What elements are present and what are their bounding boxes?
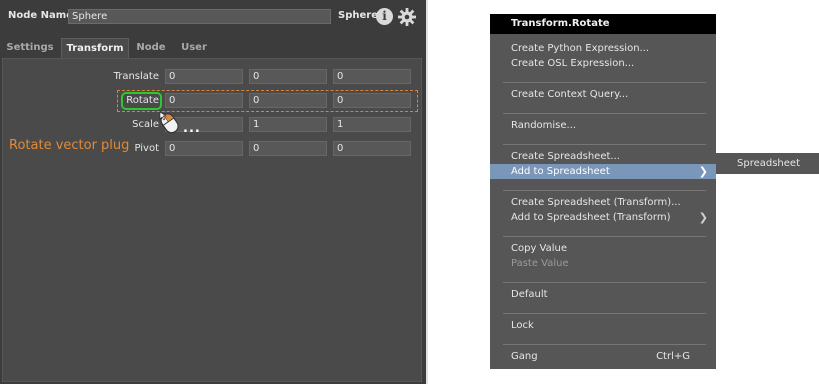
menu-item-label: Gang xyxy=(511,351,538,362)
menu-separator xyxy=(503,313,706,314)
menu-item-create-context-query[interactable]: Create Context Query... xyxy=(490,87,716,102)
menu-separator xyxy=(503,344,706,345)
menu-item-create-osl-expression[interactable]: Create OSL Expression... xyxy=(490,56,716,71)
menu-item-gang[interactable]: Gang Ctrl+G xyxy=(490,349,716,364)
rotate-label-highlight xyxy=(121,92,162,110)
menu-item-label: Add to Spreadsheet xyxy=(511,166,610,177)
shortcut-label: Ctrl+G xyxy=(656,351,690,362)
node-type-label: Sphere xyxy=(338,10,378,21)
translate-z-field[interactable]: 0 xyxy=(333,69,411,84)
chevron-right-icon: ❯ xyxy=(698,211,708,224)
node-name-label: Node Name xyxy=(8,10,73,21)
tab-node[interactable]: Node xyxy=(132,38,170,58)
menu-separator xyxy=(503,190,706,191)
tab-user[interactable]: User xyxy=(176,38,212,58)
menu-item-create-spreadsheet[interactable]: Create Spreadsheet... xyxy=(490,149,716,164)
menu-item-randomise[interactable]: Randomise... xyxy=(490,118,716,133)
menu-item-default[interactable]: Default xyxy=(490,287,716,302)
tab-transform[interactable]: Transform xyxy=(61,38,129,58)
pivot-y-field[interactable]: 0 xyxy=(249,141,327,156)
menu-separator xyxy=(503,144,706,145)
menu-item-create-spreadsheet-transform[interactable]: Create Spreadsheet (Transform)... xyxy=(490,195,716,210)
menu-separator xyxy=(503,113,706,114)
pivot-z-field[interactable]: 0 xyxy=(333,141,411,156)
menu-item-paste-value: Paste Value xyxy=(511,258,569,269)
menu-item-lock[interactable]: Lock xyxy=(490,318,716,333)
node-name-field[interactable]: Sphere xyxy=(68,9,331,24)
info-icon[interactable]: i xyxy=(376,8,393,25)
menu-item-create-python-expression[interactable]: Create Python Expression... xyxy=(490,41,716,56)
context-menu-title: Transform.Rotate xyxy=(490,14,716,34)
translate-y-field[interactable]: 0 xyxy=(249,69,327,84)
mouse-icon xyxy=(159,111,179,134)
menu-item-add-to-spreadsheet[interactable]: Add to Spreadsheet ❯ xyxy=(490,164,716,179)
pivot-x-field[interactable]: 0 xyxy=(165,141,243,156)
menu-separator xyxy=(503,282,706,283)
scale-z-field[interactable]: 1 xyxy=(333,117,411,132)
menu-separator xyxy=(503,82,706,83)
tab-settings[interactable]: Settings xyxy=(4,38,56,58)
ellipsis-indicator: ... xyxy=(183,121,201,136)
menu-item-add-to-spreadsheet-transform[interactable]: Add to Spreadsheet (Transform) ❯ xyxy=(490,210,716,225)
chevron-right-icon: ❯ xyxy=(698,165,708,178)
menu-item-copy-value[interactable]: Copy Value xyxy=(490,241,716,256)
scale-label: Scale xyxy=(132,119,159,130)
gear-icon[interactable] xyxy=(397,7,417,27)
menu-item-label: Add to Spreadsheet (Transform) xyxy=(511,212,671,223)
annotation-label: Rotate vector plug xyxy=(9,138,130,153)
submenu-item-spreadsheet[interactable]: Spreadsheet xyxy=(716,153,819,174)
translate-x-field[interactable]: 0 xyxy=(165,69,243,84)
scale-y-field[interactable]: 1 xyxy=(249,117,327,132)
rotate-plug-highlight xyxy=(117,90,418,112)
menu-separator xyxy=(503,236,706,237)
panel-divider xyxy=(426,0,428,384)
translate-label: Translate xyxy=(113,71,159,82)
